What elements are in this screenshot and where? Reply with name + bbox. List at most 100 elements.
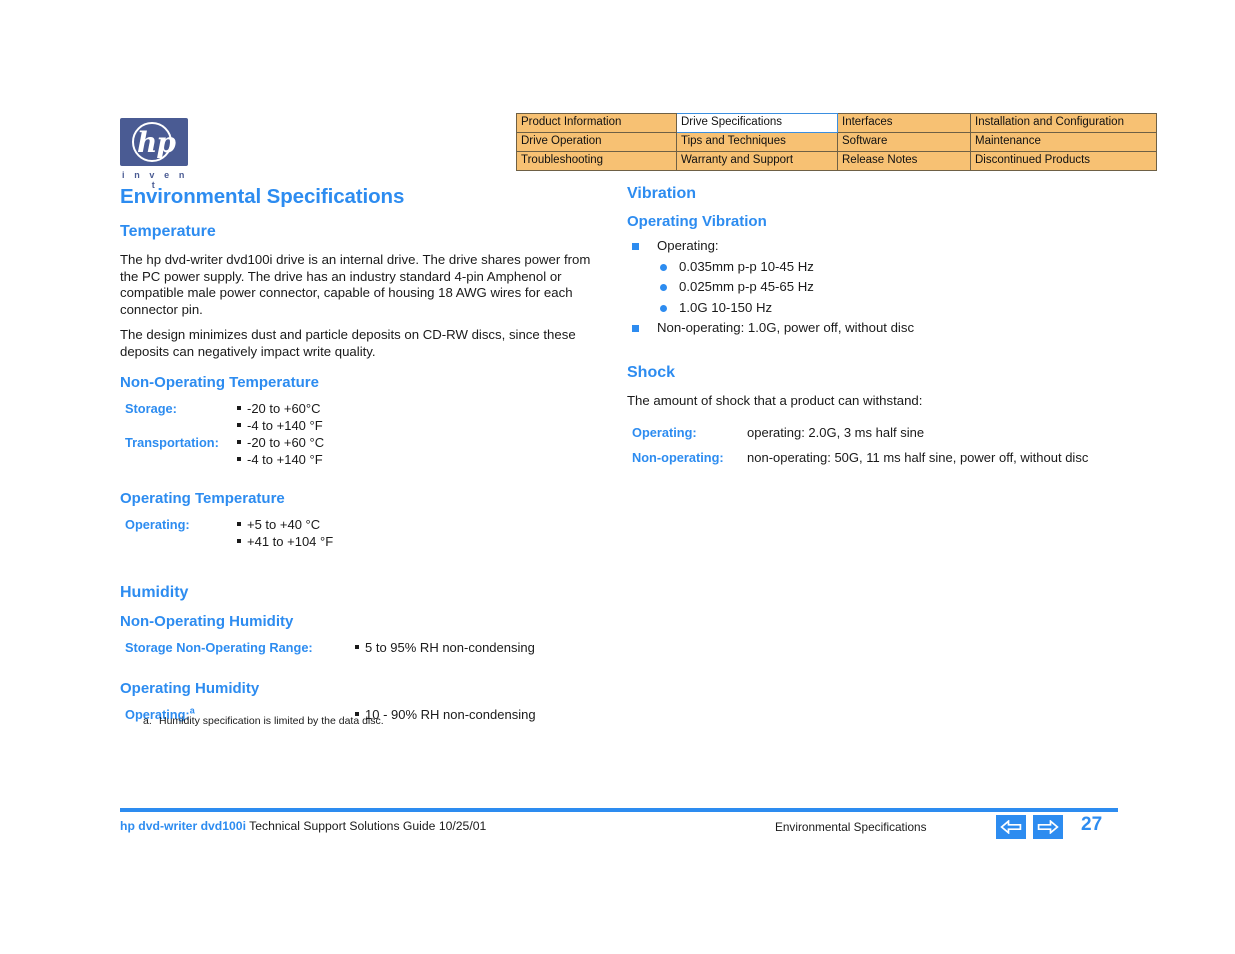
spec-value: +5 to +40 °C	[237, 516, 610, 533]
heading-temperature: Temperature	[120, 223, 216, 240]
nav-cell-discontinued-products[interactable]: Discontinued Products	[970, 151, 1157, 171]
section-nav-table[interactable]: Product Information Drive Specifications…	[516, 113, 1157, 171]
document-page: hp i n v e n t Product Information Drive…	[0, 0, 1235, 954]
spec-value-text: +5 to +40 °C	[247, 517, 321, 532]
footer-section-name: Environmental Specifications	[775, 820, 927, 834]
spec-values: 5 to 95% RH non-condensing	[355, 639, 610, 656]
footnote: a. Humidity specification is limited by …	[143, 715, 384, 727]
list-item-label: Operating:	[657, 238, 719, 253]
nav-cell-product-information[interactable]: Product Information	[516, 113, 677, 133]
nav-cell-installation-and-configuration[interactable]: Installation and Configuration	[970, 113, 1157, 133]
square-bullet-icon	[632, 325, 639, 332]
spec-row-operating: Operating: +5 to +40 °C +41 to +104 °F	[120, 516, 610, 550]
spec-value-text: 5 to 95% RH non-condensing	[365, 640, 535, 655]
spec-value: 10 - 90% RH non-condensing	[355, 706, 610, 723]
spec-row-transportation: Transportation: -20 to +60 °C -4 to +140…	[120, 434, 610, 468]
spec-row-shock-non-operating: Non-operating: non-operating: 50G, 11 ms…	[627, 449, 1122, 466]
spec-value: -4 to +140 °F	[237, 417, 610, 434]
spec-label: Operating:	[125, 517, 190, 532]
table-row: Troubleshooting Warranty and Support Rel…	[516, 151, 1157, 171]
shock-intro-paragraph: The amount of shock that a product can w…	[627, 392, 923, 408]
nav-cell-tips-and-techniques[interactable]: Tips and Techniques	[676, 132, 838, 152]
list-item: 0.025mm p-p 45-65 Hz	[657, 277, 1122, 298]
non-operating-humidity-list: Storage Non-Operating Range: 5 to 95% RH…	[120, 639, 610, 656]
spec-row-storage: Storage: -20 to +60°C -4 to +140 °F	[120, 400, 610, 434]
nav-cell-warranty-and-support[interactable]: Warranty and Support	[676, 151, 838, 171]
dash-bullet-icon	[237, 440, 241, 444]
spec-value: -4 to +140 °F	[237, 451, 610, 468]
footnote-marker-label: a.	[143, 715, 152, 727]
hp-logo: hp i n v e n t	[120, 118, 188, 190]
dash-bullet-icon	[237, 406, 241, 410]
list-item: 0.035mm p-p 10-45 Hz	[657, 257, 1122, 278]
spec-value-text: -20 to +60 °C	[247, 435, 325, 450]
spec-value-text: non-operating: 50G, 11 ms half sine, pow…	[747, 450, 1089, 465]
nav-cell-drive-operation[interactable]: Drive Operation	[516, 132, 677, 152]
next-page-button[interactable]	[1033, 815, 1063, 839]
spec-label: Storage Non-Operating Range:	[125, 640, 313, 655]
temperature-paragraph-1: The hp dvd-writer dvd100i drive is an in…	[120, 252, 591, 317]
spec-row-storage-non-operating-range: Storage Non-Operating Range: 5 to 95% RH…	[120, 639, 610, 656]
hp-logo-mark: hp	[120, 118, 188, 166]
spec-label: Operating:	[632, 425, 697, 440]
spec-value: +41 to +104 °F	[237, 533, 610, 550]
dash-bullet-icon	[237, 522, 241, 526]
circle-bullet-icon	[660, 284, 667, 291]
circle-bullet-icon	[660, 304, 667, 312]
spec-value: -20 to +60 °C	[237, 434, 610, 451]
nav-cell-software[interactable]: Software	[837, 132, 971, 152]
dash-bullet-icon	[237, 423, 241, 427]
square-bullet-icon	[632, 243, 639, 250]
page-number: 27	[1081, 814, 1103, 835]
heading-vibration: Vibration	[627, 185, 697, 202]
arrow-right-icon	[1037, 820, 1059, 834]
spec-values: -20 to +60°C -4 to +140 °F	[235, 400, 610, 434]
nav-cell-drive-specifications[interactable]: Drive Specifications	[676, 113, 838, 133]
spec-values: 10 - 90% RH non-condensing	[355, 706, 610, 723]
shock-spec-list: Operating: operating: 2.0G, 3 ms half si…	[627, 424, 1122, 466]
spec-value-text: -20 to +60°C	[247, 401, 321, 416]
spec-label: Non-operating:	[632, 450, 724, 465]
list-item: Operating: 0.035mm p-p 10-45 Hz 0.025mm …	[627, 236, 1122, 318]
non-operating-temperature-list: Storage: -20 to +60°C -4 to +140 °F Tran…	[120, 400, 610, 468]
nav-cell-release-notes[interactable]: Release Notes	[837, 151, 971, 171]
spec-value-text: -4 to +140 °F	[247, 452, 323, 467]
nav-cell-troubleshooting[interactable]: Troubleshooting	[516, 151, 677, 171]
hp-logo-letters: hp	[137, 125, 176, 159]
spec-label: Transportation:	[125, 435, 219, 450]
list-item-label: Non-operating: 1.0G, power off, without …	[657, 320, 915, 335]
nav-cell-maintenance[interactable]: Maintenance	[970, 132, 1157, 152]
list-item-label: 0.035mm p-p 10-45 Hz	[679, 258, 814, 274]
spec-value-text: 10 - 90% RH non-condensing	[365, 707, 536, 722]
spec-value-text: -4 to +140 °F	[247, 418, 323, 433]
page-title: Environmental Specifications	[120, 185, 405, 208]
heading-operating-vibration: Operating Vibration	[627, 213, 767, 230]
heading-shock: Shock	[627, 363, 676, 381]
heading-non-operating-humidity: Non-Operating Humidity	[120, 613, 294, 630]
spec-value-text: operating: 2.0G, 3 ms half sine	[747, 425, 925, 440]
spec-value: -20 to +60°C	[237, 400, 610, 417]
temperature-paragraph-2: The design minimizes dust and particle d…	[120, 327, 576, 359]
footer-guide-info: hp dvd-writer dvd100i Technical Support …	[120, 819, 486, 833]
table-row: Drive Operation Tips and Techniques Soft…	[516, 132, 1157, 152]
dash-bullet-icon	[237, 539, 241, 543]
spec-label: Storage:	[125, 401, 177, 416]
previous-page-button[interactable]	[996, 815, 1026, 839]
vibration-sub-list: 0.035mm p-p 10-45 Hz 0.025mm p-p 45-65 H…	[657, 257, 1122, 319]
circle-bullet-icon	[660, 263, 667, 271]
left-column: Environmental Specifications Temperature…	[120, 185, 610, 729]
spec-values: non-operating: 50G, 11 ms half sine, pow…	[747, 449, 1122, 466]
spec-values: +5 to +40 °C +41 to +104 °F	[235, 516, 610, 550]
dash-bullet-icon	[355, 645, 359, 649]
footer-divider	[120, 808, 1118, 812]
nav-cell-interfaces[interactable]: Interfaces	[837, 113, 971, 133]
vibration-bullet-list: Operating: 0.035mm p-p 10-45 Hz 0.025mm …	[627, 236, 1122, 339]
spec-value: 5 to 95% RH non-condensing	[355, 639, 610, 656]
footer-brand: hp dvd-writer dvd100i	[120, 819, 246, 833]
heading-operating-temperature: Operating Temperature	[120, 490, 285, 507]
list-item-label: 0.025mm p-p 45-65 Hz	[679, 279, 814, 294]
list-item-label: 1.0G 10-150 Hz	[679, 299, 773, 315]
spec-values: -20 to +60 °C -4 to +140 °F	[235, 434, 610, 468]
arrow-left-icon	[1000, 820, 1022, 834]
list-item: 1.0G 10-150 Hz	[657, 298, 1122, 319]
